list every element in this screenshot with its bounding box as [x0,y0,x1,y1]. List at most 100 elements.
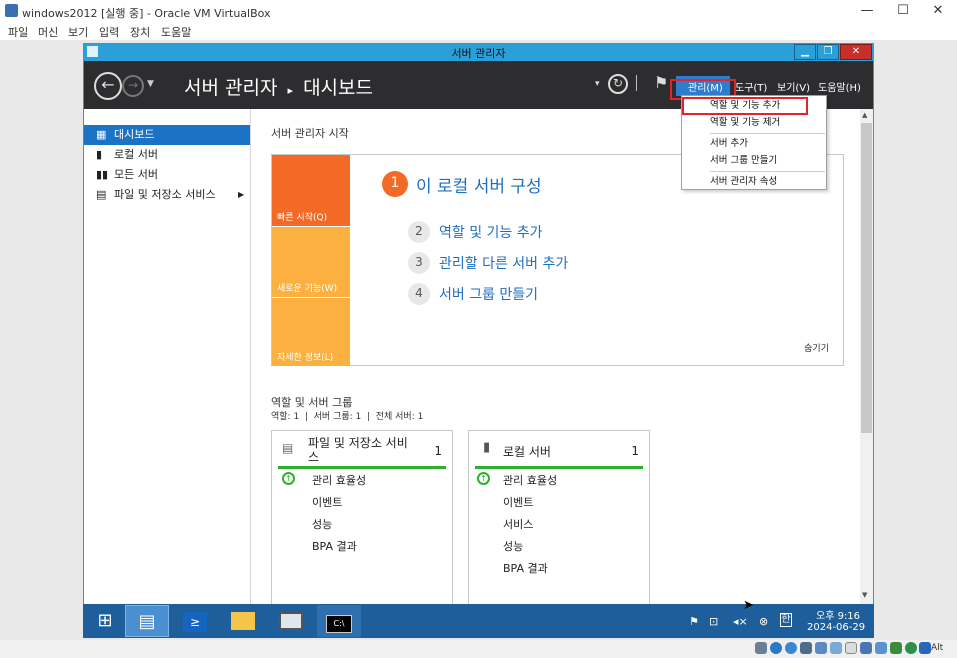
sm-minimize-icon[interactable]: ▁ [794,44,816,60]
menu-view[interactable]: 보기 [68,24,88,40]
tray-flag-icon[interactable]: ⚑ [689,615,699,628]
taskbar-cmd-icon[interactable]: C:\ [317,605,361,637]
status-display-icon[interactable] [845,642,857,654]
status-keyboard-capture-icon[interactable] [919,642,931,654]
taskbar-explorer-icon[interactable] [221,605,265,637]
status-ok-icon: ↑ [282,472,295,485]
status-mouse-integration-icon[interactable] [905,642,917,654]
notifications-flag-icon[interactable]: ⚑ [654,73,668,92]
add-roles-highlight-box [682,97,808,115]
whats-new-tab[interactable]: 새로운 기능(W) [272,226,350,297]
host-key-label: Alt [931,643,944,653]
status-shared-folder-icon[interactable] [830,642,842,654]
role-row-bpa[interactable]: BPA 결과 [503,560,548,576]
servers-icon: ▮▮ [96,168,109,181]
status-usb-icon[interactable] [815,642,827,654]
scroll-down-icon[interactable]: ▼ [862,591,867,599]
tray-network-icon[interactable]: ⊡ [709,615,718,628]
role-row-events[interactable]: 이벤트 [312,494,342,510]
role-card-local-server[interactable]: ▮ 로컬 서버 1 ↑ 관리 효율성 이벤트 서비스 성능 BPA 결과 [468,430,650,604]
scroll-up-icon[interactable]: ▲ [862,111,867,119]
menu-item-server-manager-properties[interactable]: 서버 관리자 속성 [682,173,826,190]
role-row-bpa[interactable]: BPA 결과 [312,538,357,554]
tools-menu[interactable]: 도구(T) [735,79,767,94]
window-title: windows2012 [실행 중] - Oracle VM VirtualBo… [22,7,271,20]
manage-dropdown-menu: 역할 및 기능 추가 역할 및 기능 제거 서버 추가 서버 그룹 만들기 서버… [681,95,827,190]
role-row-services[interactable]: 서비스 [503,516,533,532]
step-configure-local-server[interactable]: 1 이 로컬 서버 구성 [382,171,542,197]
menu-help[interactable]: 도움말 [161,24,191,40]
status-audio-icon[interactable] [785,642,797,654]
role-row-manageability[interactable]: 관리 효율성 [503,472,557,488]
tray-date[interactable]: 2024-06-29 [807,622,865,633]
guest-taskbar: ⊞ ▤ ≥ C:\ ⚑ ⊡ ◂× ⊗ 한 오후 9:16 2024-06-29 [83,604,874,638]
hide-link[interactable]: 숨기기 [804,341,829,354]
back-arrow-icon[interactable]: ← [94,72,122,100]
menu-item-add-servers[interactable]: 서버 추가 [682,135,826,152]
status-cpu-icon[interactable] [875,642,887,654]
role-row-manageability[interactable]: 관리 효율성 [312,472,366,488]
menu-item-create-server-group[interactable]: 서버 그룹 만들기 [682,152,826,169]
menu-file[interactable]: 파일 [8,24,28,40]
forward-arrow-icon[interactable]: → [122,75,144,97]
server-icon: ▮ [96,148,103,161]
taskbar-powershell-icon[interactable]: ≥ [173,605,217,637]
view-menu[interactable]: 보기(V) [777,79,810,94]
tray-x-icon[interactable]: ⊗ [759,615,768,628]
start-windows-icon[interactable]: ⊞ [83,605,127,637]
taskbar-monitor-icon[interactable] [269,605,313,637]
server-icon: ▮ [483,440,491,455]
roles-section-title: 역할 및 서버 그룹 [271,396,353,409]
virtualbox-statusbar: Alt [0,640,957,658]
nav-label: 대시보드 [114,128,155,141]
role-card-file-storage[interactable]: ▤ 파일 및 저장소 서비 스 1 ↑ 관리 효율성 이벤트 성능 BPA 결과 [271,430,453,604]
status-hdd-icon[interactable] [755,642,767,654]
chevron-right-icon: ▶ [238,190,245,199]
nav-item-all-servers[interactable]: ▮▮ 모든 서버 [84,165,250,185]
role-card-status-bar [278,466,446,469]
step-add-roles-features[interactable]: 2 역할 및 기능 추가 [408,221,543,243]
status-recording-icon[interactable] [860,642,872,654]
minimize-icon[interactable]: — [857,3,877,18]
step-create-server-group[interactable]: 4 서버 그룹 만들기 [408,283,538,305]
navigation-pane: ▦ 대시보드 ▮ 로컬 서버 ▮▮ 모든 서버 ▤ 파일 및 저장소 서비스 ▶ [84,109,251,609]
role-row-events[interactable]: 이벤트 [503,494,533,510]
nav-item-file-storage[interactable]: ▤ 파일 및 저장소 서비스 ▶ [84,185,250,205]
header-divider [636,75,637,91]
role-card-count: 1 [434,444,442,458]
server-manager-titlebar: 서버 관리자 ▁ ❐ ✕ [84,44,873,61]
status-network-icon[interactable] [800,642,812,654]
help-menu[interactable]: 도움말(H) [818,79,861,94]
step-add-servers[interactable]: 3 관리할 다른 서버 추가 [408,252,568,274]
step-number: 1 [382,171,408,197]
sm-close-icon[interactable]: ✕ [840,44,872,60]
step-number: 3 [408,252,430,274]
maximize-icon[interactable]: ☐ [893,3,913,18]
tray-clock[interactable]: 오후 9:16 [816,607,860,622]
tray-ime-indicator[interactable]: 한 [780,613,792,627]
status-optical-icon[interactable] [770,642,782,654]
nav-item-local-server[interactable]: ▮ 로컬 서버 [84,145,250,165]
role-row-performance[interactable]: 성능 [312,516,332,532]
server-manager-title: 서버 관리자 [451,47,506,60]
sm-restore-icon[interactable]: ❐ [817,44,839,60]
refresh-icon[interactable]: ↻ [608,74,628,94]
menu-input[interactable]: 입력 [99,24,119,40]
status-vtx-icon[interactable] [890,642,902,654]
menu-item-remove-roles[interactable]: 역할 및 기능 제거 [682,114,826,131]
tray-volume-muted-icon[interactable]: ◂× [733,615,748,628]
menu-machine[interactable]: 머신 [38,24,58,40]
role-row-performance[interactable]: 성능 [503,538,523,554]
close-icon[interactable]: ✕ [928,3,948,18]
menu-separator [710,133,825,134]
step-label: 역할 및 기능 추가 [439,225,543,241]
quick-start-tab[interactable]: 빠른 시작(Q) [272,155,350,226]
learn-more-tab[interactable]: 자세한 정보(L) [272,297,350,366]
taskbar-server-manager-icon[interactable]: ▤ [125,605,169,637]
vertical-scrollbar[interactable]: ▲ ▼ [860,109,873,605]
menu-devices[interactable]: 장치 [130,24,150,40]
nav-item-dashboard[interactable]: ▦ 대시보드 [84,125,250,145]
history-dropdown-icon[interactable]: ▼ [147,79,154,89]
refresh-dropdown-icon[interactable]: ▾ [595,79,600,89]
scrollbar-thumb[interactable] [861,123,872,433]
